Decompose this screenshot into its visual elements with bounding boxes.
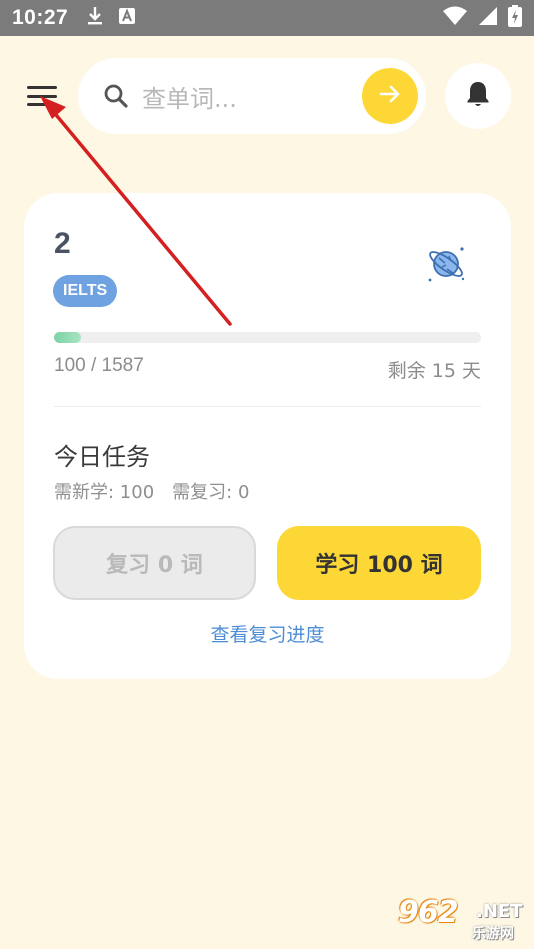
search-go-button[interactable]: [362, 68, 418, 124]
progress-text: 100 / 1587: [54, 355, 144, 376]
learn-button[interactable]: 学习 100 词: [277, 526, 481, 600]
today-task-stats: 需新学: 100 需复习: 0: [54, 478, 249, 504]
arrow-right-icon: [378, 82, 402, 110]
watermark-logo: 962 .NET 乐游网: [398, 895, 528, 945]
progress-bar: [54, 332, 481, 343]
review-button[interactable]: 复习 0 词: [53, 526, 256, 600]
bell-icon: [466, 80, 490, 112]
system-icons: [442, 5, 522, 31]
review-words-count: 需复习: 0: [172, 482, 250, 503]
wordbook-card: 2 IELTS 100 / 1587 剩余 15 天 今日任务 需新学: 100…: [24, 193, 511, 679]
divider: [54, 406, 481, 407]
book-count: 2: [54, 227, 71, 260]
app-screen: 10:27 查单词... 2 IELTS 100 / 1587 剩余 15 天 …: [0, 0, 534, 949]
planet-icon: [425, 243, 467, 285]
watermark-main: 962: [398, 895, 459, 930]
search-bar[interactable]: 查单词...: [78, 58, 426, 134]
review-progress-link[interactable]: 查看复习进度: [24, 620, 511, 647]
menu-line: [27, 86, 57, 89]
watermark-suffix: .NET: [476, 901, 523, 922]
status-time: 10:27: [12, 6, 69, 29]
exam-tag-badge: IELTS: [53, 275, 118, 307]
wifi-icon: [442, 6, 468, 30]
hamburger-menu-icon[interactable]: [24, 82, 60, 110]
font-icon: [118, 7, 136, 29]
days-left: 剩余 15 天: [387, 360, 481, 382]
battery-charging-icon: [508, 5, 522, 31]
progress-bar-fill: [54, 332, 81, 343]
signal-icon: [478, 6, 498, 30]
today-task-title: 今日任务: [54, 443, 150, 471]
new-words-count: 需新学: 100: [54, 482, 155, 503]
menu-line: [27, 94, 57, 98]
search-icon: [102, 82, 130, 110]
notification-icons: [86, 6, 136, 30]
download-icon: [86, 6, 104, 30]
watermark-sub: 乐游网: [472, 926, 514, 942]
status-bar: 10:27: [0, 0, 534, 36]
notifications-button[interactable]: [445, 63, 511, 129]
menu-line: [27, 103, 57, 106]
search-input[interactable]: 查单词...: [142, 79, 362, 114]
